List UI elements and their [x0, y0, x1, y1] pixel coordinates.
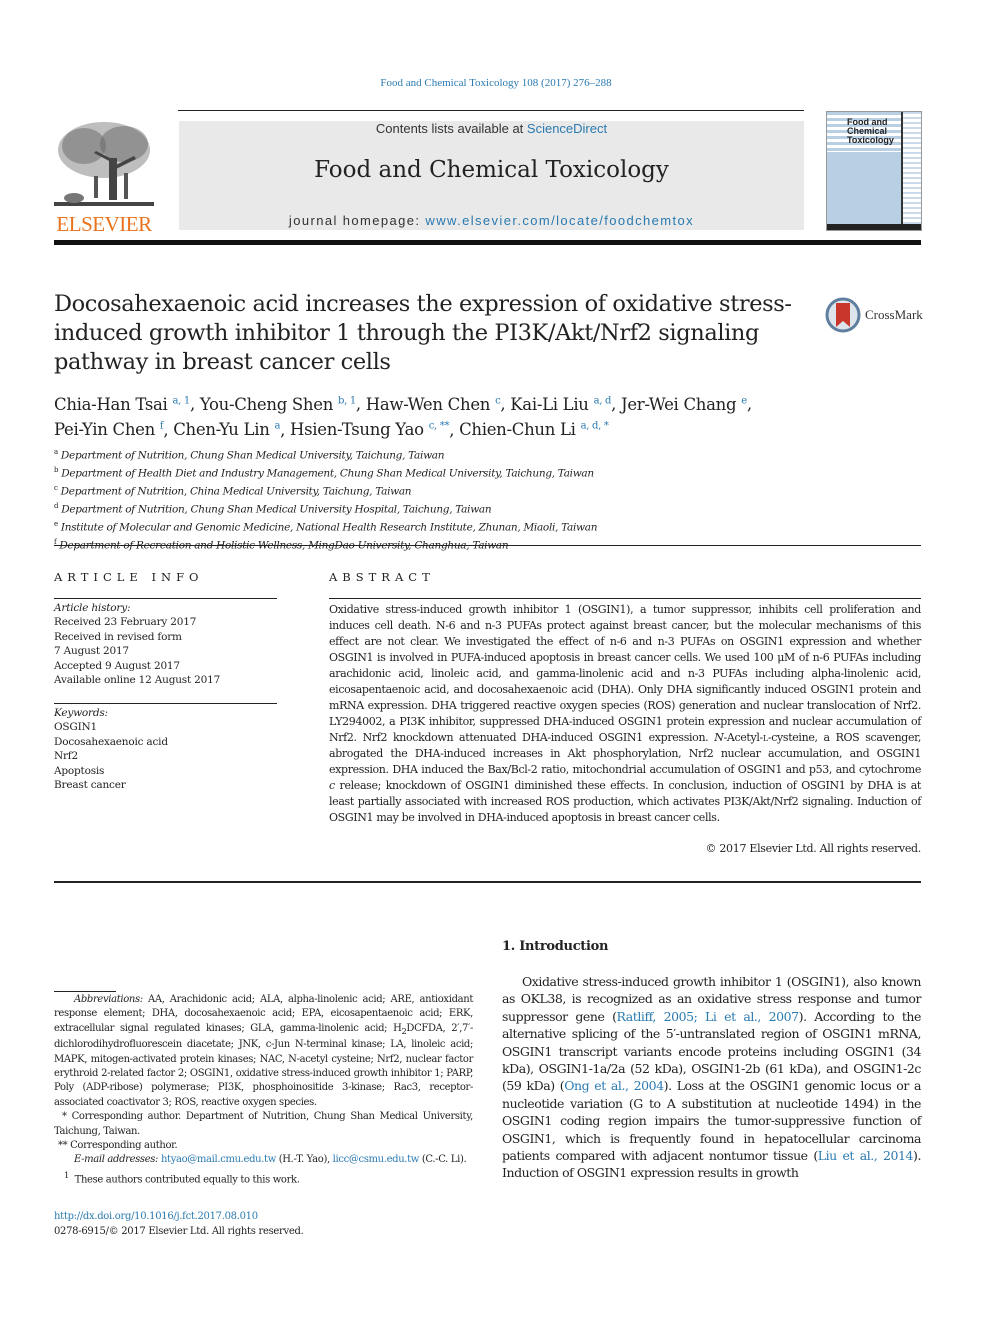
introduction-paragraph: Oxidative stress-induced growth inhibito… — [502, 974, 921, 1181]
issn-copyright: 0278-6915/© 2017 Elsevier Ltd. All right… — [54, 1226, 304, 1237]
history-item: 7 August 2017 — [54, 645, 129, 658]
elsevier-tree-icon — [54, 122, 154, 206]
email-footnote: E-mail addresses: htyao@mail.cmu.edu.tw … — [74, 1154, 467, 1166]
affiliation: a Department of Nutrition, Chung Shan Me… — [54, 448, 445, 462]
article-info-heading: ARTICLE INFO — [54, 570, 204, 584]
footnote-rule — [54, 991, 116, 992]
corresponding-author-footnote-2: ** Corresponding author. — [58, 1140, 178, 1152]
author[interactable]: Chen-Yu Lin a — [173, 420, 280, 439]
abstract-copyright: © 2017 Elsevier Ltd. All rights reserved… — [705, 842, 921, 855]
email-link-yao[interactable]: htyao@mail.cmu.edu.tw — [161, 1154, 276, 1165]
journal-banner: Contents lists available at ScienceDirec… — [179, 121, 804, 230]
affiliation: c Department of Nutrition, China Medical… — [54, 483, 412, 498]
keyword: OSGIN1 — [54, 721, 98, 734]
article-title: Docosahexaenoic acid increases the expre… — [54, 291, 792, 375]
corresponding-author-footnote: * Corresponding author. Department of Nu… — [54, 1111, 473, 1137]
history-item: Received 23 February 2017 — [54, 616, 197, 629]
affiliation: e Institute of Molecular and Genomic Med… — [54, 519, 598, 534]
email-link-li[interactable]: licc@csmu.edu.tw — [333, 1154, 420, 1165]
author-marks[interactable]: a, 1 — [172, 395, 190, 406]
section-rule — [54, 545, 921, 546]
affiliation: b Department of Health Diet and Industry… — [54, 465, 594, 480]
citation-link[interactable]: Liu et al., 2014 — [818, 1148, 914, 1163]
abbreviations-footnote: Abbreviations: AA, Arachidonic acid; ALA… — [54, 994, 473, 1108]
affiliations: a Department of Nutrition, Chung Shan Me… — [54, 445, 754, 552]
author[interactable]: You-Cheng Shen b, 1 — [200, 395, 356, 414]
keyword: Breast cancer — [54, 779, 126, 792]
author[interactable]: Pei-Yin Chen f — [54, 420, 164, 439]
crossmark-label: CrossMark — [865, 307, 923, 322]
contents-prefix: Contents lists available at — [375, 121, 527, 136]
homepage-line: journal homepage: www.elsevier.com/locat… — [179, 213, 804, 228]
keyword: Apoptosis — [54, 764, 105, 777]
author-marks[interactable]: a — [274, 421, 280, 432]
article-history: Article history: Received 23 February 20… — [54, 601, 279, 687]
author[interactable]: Haw-Wen Chen c — [366, 395, 501, 414]
footnotes: Abbreviations: AA, Arachidonic acid; ALA… — [54, 993, 473, 1188]
journal-homepage-link[interactable]: www.elsevier.com/locate/foodchemtox — [425, 213, 694, 228]
affiliation: f Department of Recreation and Holistic … — [54, 537, 509, 552]
keyword: Docosahexaenoic acid — [54, 735, 168, 748]
abstract-text: Oxidative stress-induced growth inhibito… — [329, 603, 921, 824]
author-list: Chia-Han Tsai a, 1, You-Cheng Shen b, 1,… — [54, 394, 752, 440]
article-info-rule — [54, 598, 277, 599]
history-item: Received in revised form — [54, 630, 182, 643]
author[interactable]: Kai-Li Liu a, d — [510, 395, 611, 414]
journal-citation-link[interactable]: Food and Chemical Toxicology 108 (2017) … — [0, 77, 992, 89]
crossmark-icon — [825, 297, 861, 333]
affiliation: d Department of Nutrition, Chung Shan Me… — [54, 501, 492, 516]
header-thick-rule — [54, 240, 921, 245]
keywords-label: Keywords: — [54, 707, 108, 719]
author-marks[interactable]: a, d — [594, 395, 612, 406]
equal-contribution-footnote: 1 These authors contributed equally to t… — [64, 1169, 300, 1186]
author[interactable]: Chien-Chun Li a, d, * — [459, 420, 609, 439]
journal-title: Food and Chemical Toxicology — [314, 157, 669, 183]
author[interactable]: Hsien-Tsung Yao c, ** — [290, 420, 449, 439]
author-marks[interactable]: e — [741, 395, 747, 406]
contents-line: Contents lists available at ScienceDirec… — [179, 121, 804, 136]
history-item: Available online 12 August 2017 — [54, 674, 221, 687]
doi-link[interactable]: http://dx.doi.org/10.1016/j.fct.2017.08.… — [54, 1211, 258, 1222]
keywords-rule — [54, 703, 277, 704]
header-rule — [178, 110, 804, 111]
citation-link[interactable]: Ong et al., 2004 — [564, 1078, 664, 1093]
elsevier-logo[interactable]: ELSEVIER — [54, 118, 154, 236]
history-item: Accepted 9 August 2017 — [54, 659, 180, 672]
abstract-heading: ABSTRACT — [329, 570, 435, 584]
cover-title: Food and Chemical Toxicology — [847, 117, 894, 145]
elsevier-wordmark: ELSEVIER — [56, 212, 152, 236]
homepage-prefix: journal homepage: — [288, 213, 426, 228]
journal-cover-thumbnail[interactable]: Food and Chemical Toxicology — [826, 111, 922, 231]
abstract-rule — [329, 598, 921, 599]
author[interactable]: Chia-Han Tsai a, 1 — [54, 395, 190, 414]
author-marks[interactable]: f — [160, 421, 164, 432]
history-label: Article history: — [54, 602, 131, 614]
author-marks[interactable]: c, ** — [429, 421, 450, 432]
introduction-heading: 1. Introduction — [502, 939, 609, 954]
author-marks[interactable]: a, d, * — [581, 421, 609, 432]
keyword: Nrf2 — [54, 750, 78, 763]
sciencedirect-link[interactable]: ScienceDirect — [527, 121, 607, 136]
author-marks[interactable]: b, 1 — [338, 395, 356, 406]
keywords: Keywords: OSGIN1 Docosahexaenoic acid Nr… — [54, 706, 279, 792]
front-matter-rule — [54, 881, 921, 883]
crossmark-button[interactable]: CrossMark — [825, 296, 925, 334]
citation-link[interactable]: Ratliff, 2005; Li et al., 2007 — [617, 1009, 800, 1024]
author[interactable]: Jer-Wei Chang e — [621, 395, 747, 414]
author-marks[interactable]: c — [495, 395, 501, 406]
